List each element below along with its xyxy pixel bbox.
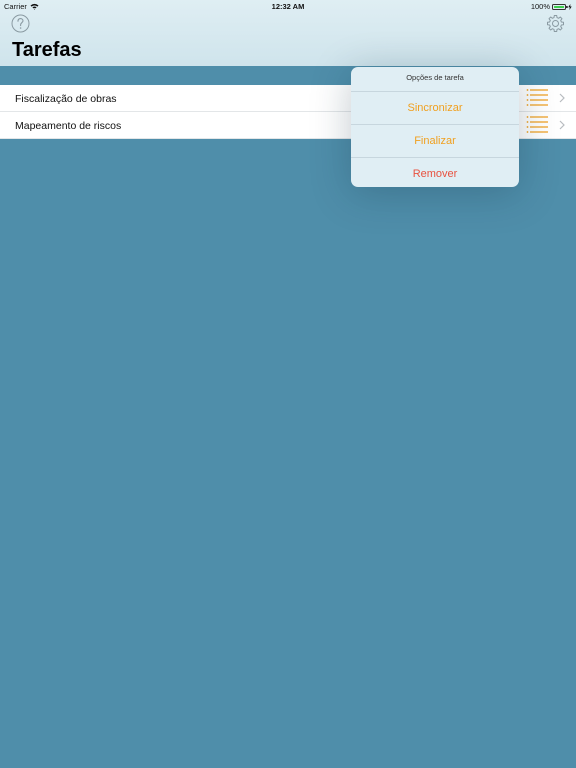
task-options-list-icon[interactable] — [526, 116, 549, 134]
sync-button[interactable]: Sincronizar — [351, 92, 519, 125]
popover-title: Opções de tarefa — [351, 67, 519, 92]
task-options-list-icon[interactable] — [526, 89, 549, 107]
status-bar: Carrier 12:32 AM 100% — [0, 0, 576, 12]
finish-button[interactable]: Finalizar — [351, 125, 519, 158]
task-label: Fiscalização de obras — [15, 93, 117, 105]
help-button[interactable] — [11, 14, 30, 33]
chevron-right-icon — [559, 93, 565, 103]
battery-percentage: 100% — [530, 2, 550, 11]
task-label: Mapeamento de riscos — [15, 120, 122, 132]
settings-button[interactable] — [546, 14, 565, 33]
question-circle-icon — [11, 14, 30, 33]
remove-button[interactable]: Remover — [351, 158, 519, 187]
charging-bolt-icon — [568, 3, 572, 10]
gear-icon — [547, 15, 564, 32]
task-options-popover: Opções de tarefa Sincronizar Finalizar R… — [351, 67, 519, 187]
battery-icon — [552, 3, 568, 10]
battery-status: 100% — [531, 2, 572, 11]
clock: 12:32 AM — [271, 2, 305, 11]
chevron-right-icon — [559, 120, 565, 130]
page-title: Tarefas — [12, 39, 82, 61]
